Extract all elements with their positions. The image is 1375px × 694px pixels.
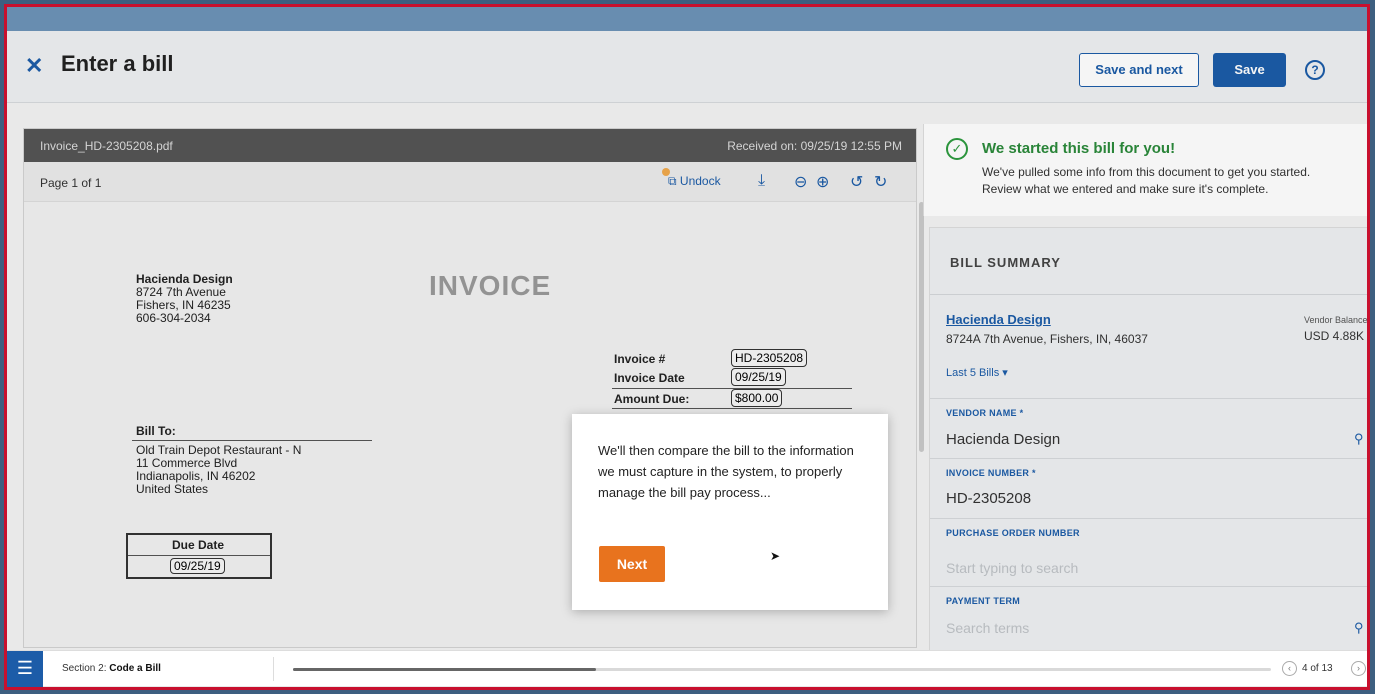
page-header: ✕ Enter a bill Save and next Save ?	[7, 31, 1367, 103]
download-icon[interactable]: ⤓	[758, 172, 765, 190]
divider	[930, 518, 1367, 519]
auto-fill-notice: ✓ We started this bill for you! We've pu…	[923, 124, 1367, 216]
mouse-cursor-icon: ➤	[770, 549, 781, 563]
zoom-out-icon[interactable]: ⊖	[794, 172, 807, 192]
document-toolbar: Page 1 of 1 ⧉ Undock ⤓ ⊖ ⊕ ↺ ↻	[24, 162, 916, 202]
next-icon[interactable]: ›	[1351, 661, 1366, 676]
divider	[930, 398, 1367, 399]
document-received-date: Received on: 09/25/19 12:55 PM	[727, 139, 902, 153]
undock-button[interactable]: ⧉ Undock	[662, 168, 721, 189]
invoice-number-value: HD-2305208	[731, 349, 808, 367]
vendor-link[interactable]: Hacienda Design	[946, 312, 1051, 327]
zoom-in-icon[interactable]: ⊕	[816, 172, 829, 192]
tour-dialog: We'll then compare the bill to the infor…	[572, 414, 888, 610]
search-icon[interactable]: ⚲	[1354, 431, 1364, 447]
notification-dot	[662, 168, 670, 176]
divider	[612, 408, 852, 409]
document-scrollbar[interactable]	[919, 202, 924, 452]
section-label: Section 2: Code a Bill	[62, 663, 161, 674]
last-bills-dropdown[interactable]: Last 5 Bills ▾	[946, 366, 1008, 379]
notice-title: We started this bill for you!	[982, 140, 1176, 157]
due-date-value: 09/25/19	[170, 558, 225, 574]
search-icon[interactable]: ⚲	[1354, 620, 1364, 636]
notice-line-2: Review what we entered and make sure it'…	[982, 182, 1269, 196]
divider	[930, 586, 1367, 587]
invoice-number-label: Invoice #	[614, 352, 666, 366]
divider	[930, 294, 1367, 295]
divider	[930, 458, 1367, 459]
page-count: 4 of 13	[1302, 663, 1333, 674]
vendor-name-field[interactable]: Hacienda Design	[946, 431, 1060, 448]
page-title: Enter a bill	[61, 51, 174, 76]
amount-due-label: Amount Due:	[614, 392, 690, 406]
rotate-left-icon[interactable]: ↺	[850, 172, 863, 192]
previous-icon[interactable]: ‹	[1282, 661, 1297, 676]
menu-icon[interactable]: ☰	[7, 651, 43, 687]
bill-summary-panel: BILL SUMMARY Hacienda Design 8724A 7th A…	[929, 227, 1368, 667]
divider	[128, 555, 270, 556]
due-date-box: Due Date 09/25/19	[126, 533, 272, 579]
document-filename: Invoice_HD-2305208.pdf	[40, 139, 173, 153]
help-icon[interactable]: ?	[1305, 60, 1325, 80]
divider	[273, 657, 274, 681]
rotate-right-icon[interactable]: ↻	[874, 172, 887, 192]
undock-icon: ⧉	[668, 174, 677, 188]
vendor-address: 8724A 7th Avenue, Fishers, IN, 46037	[946, 332, 1148, 346]
page-indicator: Page 1 of 1	[40, 176, 102, 190]
section-prefix: Section 2:	[62, 663, 110, 674]
invoice-number-field[interactable]: HD-2305208	[946, 490, 1031, 507]
section-name: Code a Bill	[109, 663, 161, 674]
bill-to-label: Bill To:	[136, 424, 176, 438]
tour-dialog-text: We'll then compare the bill to the infor…	[598, 443, 854, 500]
purchase-order-label: PURCHASE ORDER NUMBER	[946, 528, 1080, 538]
save-button[interactable]: Save	[1213, 53, 1286, 87]
progress-fill	[293, 668, 597, 671]
vendor-balance-label: Vendor Balance	[1304, 315, 1368, 325]
invoice-heading: INVOICE	[429, 270, 552, 301]
purchase-order-input[interactable]: Start typing to search	[946, 560, 1078, 576]
check-circle-icon: ✓	[946, 138, 968, 160]
invoice-date-value: 09/25/19	[731, 368, 786, 386]
invoice-vendor-phone: 606-304-2034	[136, 311, 211, 325]
due-date-label: Due Date	[172, 538, 225, 552]
bill-to-line-4: United States	[136, 482, 209, 496]
app-frame: ✕ Enter a bill Save and next Save ? Invo…	[4, 4, 1370, 690]
top-band	[7, 7, 1367, 31]
notice-text: We've pulled some info from this documen…	[982, 164, 1362, 198]
close-icon[interactable]: ✕	[25, 53, 43, 79]
vendor-name-label: VENDOR NAME *	[946, 408, 1024, 418]
course-nav-bar: ☰ Section 2: Code a Bill ‹ 4 of 13 ›	[7, 650, 1367, 687]
undock-label: Undock	[679, 174, 721, 188]
invoice-date-label: Invoice Date	[614, 371, 685, 385]
payment-term-label: PAYMENT TERM	[946, 596, 1021, 606]
save-and-next-button[interactable]: Save and next	[1079, 53, 1199, 87]
divider	[132, 440, 372, 441]
bill-summary-heading: BILL SUMMARY	[950, 255, 1061, 270]
invoice-number-label: INVOICE NUMBER *	[946, 468, 1036, 478]
document-title-bar: Invoice_HD-2305208.pdf Received on: 09/2…	[24, 129, 916, 162]
vendor-balance-value: USD 4.88K	[1304, 329, 1365, 343]
next-button[interactable]: Next	[599, 546, 665, 582]
progress-bar[interactable]	[293, 668, 1271, 671]
amount-due-value: $800.00	[731, 389, 783, 407]
payment-term-input[interactable]: Search terms	[946, 620, 1029, 636]
notice-line-1: We've pulled some info from this documen…	[982, 165, 1311, 179]
